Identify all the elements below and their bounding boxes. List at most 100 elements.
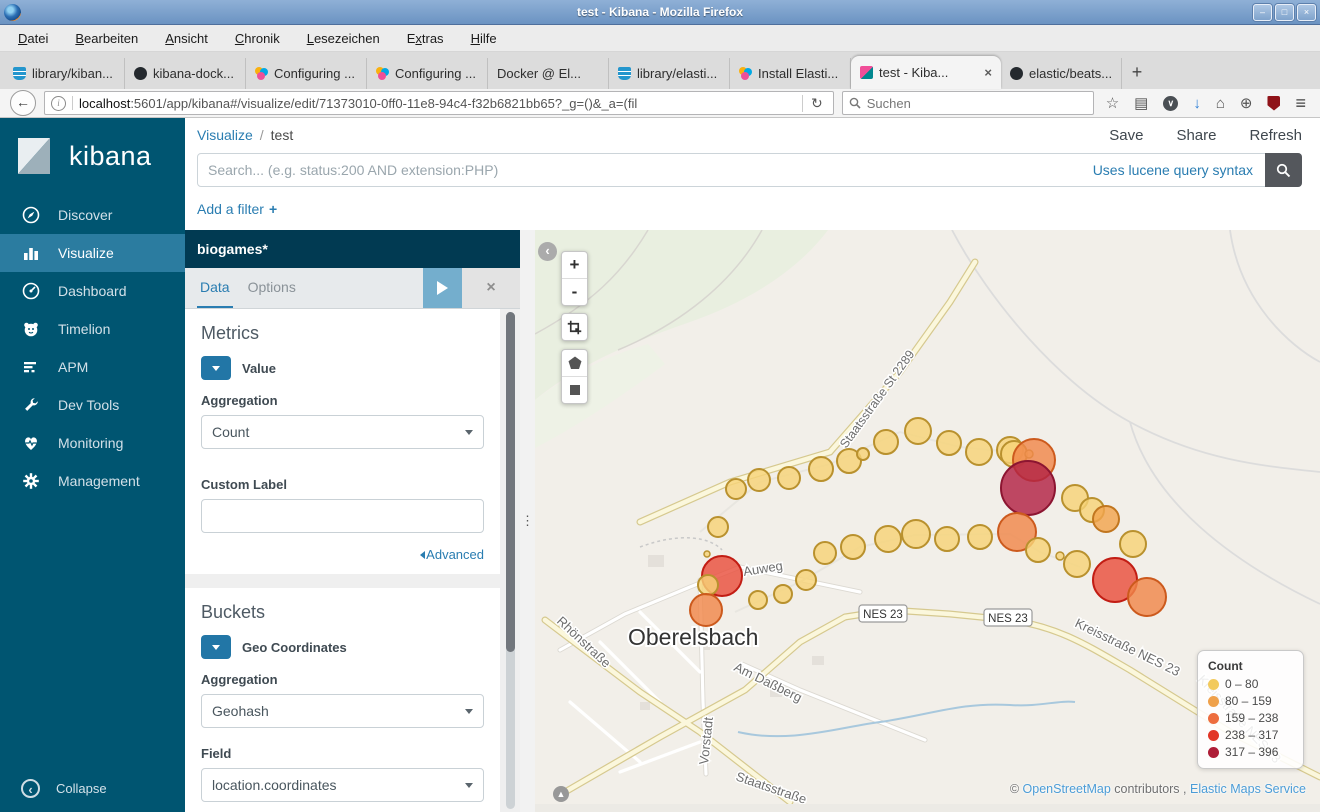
back-button[interactable]: ← [10, 90, 36, 116]
site-info-icon[interactable]: i [51, 96, 66, 111]
map-panel-collapse-icon[interactable]: ‹ [538, 242, 557, 261]
close-button[interactable]: × [1297, 4, 1316, 21]
bucket-toggle-button[interactable] [201, 635, 231, 659]
browser-search-input[interactable]: Suchen [842, 91, 1094, 115]
reload-icon[interactable]: ↻ [802, 95, 827, 112]
geohash-bubble[interactable] [966, 439, 992, 465]
geohash-bubble[interactable] [841, 535, 865, 559]
metric-toggle-button[interactable] [201, 356, 231, 380]
geohash-bubble[interactable] [968, 525, 992, 549]
geohash-bubble[interactable] [704, 551, 710, 557]
query-input[interactable]: Search... (e.g. status:200 AND extension… [197, 153, 1302, 187]
menu-extras[interactable]: Extras [407, 31, 444, 46]
sidebar-item-management[interactable]: Management [0, 462, 185, 500]
zoom-in-button[interactable]: + [562, 252, 587, 278]
geohash-bubble[interactable] [1026, 538, 1050, 562]
menu-datei[interactable]: Datei [18, 31, 48, 46]
geohash-bubble[interactable] [905, 418, 931, 444]
sidebar-item-visualize[interactable]: Visualize [0, 234, 185, 272]
ems-link[interactable]: Elastic Maps Service [1190, 782, 1306, 796]
sidebar-item-dashboard[interactable]: Dashboard [0, 272, 185, 310]
crop-icon[interactable] [562, 314, 587, 340]
bucket-row-label[interactable]: Geo Coordinates [242, 640, 347, 655]
osm-link[interactable]: OpenStreetMap [1023, 782, 1111, 796]
minimize-button[interactable]: – [1253, 4, 1272, 21]
editor-scrollbar[interactable] [506, 312, 515, 809]
lucene-syntax-link[interactable]: Uses lucene query syntax [1093, 162, 1253, 178]
geohash-bubble[interactable] [857, 448, 869, 460]
home-icon[interactable]: ⌂ [1216, 96, 1225, 111]
geohash-bubble[interactable] [875, 526, 901, 552]
geohash-bubble[interactable] [1093, 506, 1119, 532]
metric-aggregation-select[interactable]: Count [201, 415, 484, 449]
tab-data[interactable]: Data [197, 268, 233, 308]
geohash-bubble[interactable] [796, 570, 816, 590]
map-misc-control-icon[interactable]: ▲ [553, 786, 569, 802]
browser-tab-5[interactable]: library/elasti... [609, 58, 730, 89]
draw-polygon-icon[interactable] [562, 350, 587, 376]
geohash-bubble[interactable] [809, 457, 833, 481]
scrollbar-thumb[interactable] [506, 312, 515, 652]
panel-resizer-handle[interactable]: ⋮ [520, 230, 535, 812]
browser-tab-7[interactable]: test - Kiba...× [851, 56, 1001, 89]
sidebar-item-monitoring[interactable]: Monitoring [0, 424, 185, 462]
maximize-button[interactable]: □ [1275, 4, 1294, 21]
draw-rectangle-icon[interactable] [562, 376, 587, 403]
query-search-button[interactable] [1265, 153, 1302, 187]
geohash-bubble[interactable] [874, 430, 898, 454]
browser-tab-6[interactable]: Install Elasti... [730, 58, 851, 89]
browser-tab-2[interactable]: Configuring ... [246, 58, 367, 89]
save-button[interactable]: Save [1109, 127, 1143, 144]
custom-label-input[interactable] [201, 499, 484, 533]
geohash-bubble[interactable] [1128, 578, 1166, 616]
bucket-aggregation-select[interactable]: Geohash [201, 694, 484, 728]
add-filter-link[interactable]: Add a filter [197, 201, 264, 217]
geohash-bubble[interactable] [1120, 531, 1146, 557]
tab-options[interactable]: Options [245, 268, 299, 308]
coordinate-map[interactable]: AuwegRhönstraßeVorstadtAm DaßbergStaatss… [535, 230, 1320, 812]
refresh-button[interactable]: Refresh [1249, 127, 1302, 144]
menu-chronik[interactable]: Chronik [235, 31, 280, 46]
advanced-toggle[interactable]: Advanced [201, 547, 484, 562]
sidebar-item-apm[interactable]: APM [0, 348, 185, 386]
geohash-bubble[interactable] [902, 520, 930, 548]
zoom-out-button[interactable]: - [562, 278, 587, 305]
sidebar-item-dev-tools[interactable]: Dev Tools [0, 386, 185, 424]
share-button[interactable]: Share [1176, 127, 1216, 144]
field-select[interactable]: location.coordinates [201, 768, 484, 802]
url-bar[interactable]: i localhost:5601/app/kibana#/visualize/e… [44, 91, 834, 115]
geohash-bubble[interactable] [748, 469, 770, 491]
geohash-bubble[interactable] [774, 585, 792, 603]
metric-row-label[interactable]: Value [242, 361, 276, 376]
new-tab-button[interactable]: + [1122, 58, 1152, 89]
menu-hilfe[interactable]: Hilfe [471, 31, 497, 46]
geohash-bubble[interactable] [935, 527, 959, 551]
library-icon[interactable]: ▤ [1134, 96, 1148, 111]
downloads-icon[interactable]: ↓ [1193, 96, 1201, 111]
geohash-bubble[interactable] [1064, 551, 1090, 577]
discard-changes-button[interactable]: × [462, 268, 520, 308]
browser-tab-1[interactable]: kibana-dock... [125, 58, 246, 89]
geohash-bubble[interactable] [1001, 461, 1055, 515]
bookmark-star-icon[interactable]: ☆ [1106, 96, 1119, 111]
geohash-bubble[interactable] [690, 594, 722, 626]
menu-lesezeichen[interactable]: Lesezeichen [307, 31, 380, 46]
geohash-bubble[interactable] [708, 517, 728, 537]
geohash-bubble[interactable] [937, 431, 961, 455]
extension-globe-icon[interactable]: ⊕ [1240, 96, 1253, 111]
browser-tab-4[interactable]: Docker @ El... [488, 58, 609, 89]
browser-tab-8[interactable]: elastic/beats... [1001, 58, 1122, 89]
geohash-bubble[interactable] [1056, 552, 1064, 560]
geohash-bubble[interactable] [814, 542, 836, 564]
browser-tab-0[interactable]: library/kiban... [4, 58, 125, 89]
menu-ansicht[interactable]: Ansicht [165, 31, 208, 46]
geohash-bubble[interactable] [698, 575, 718, 595]
apply-changes-button[interactable] [423, 268, 462, 308]
geohash-bubble[interactable] [726, 479, 746, 499]
sidebar-collapse-button[interactable]: ‹ Collapse [0, 770, 107, 806]
sidebar-item-timelion[interactable]: Timelion [0, 310, 185, 348]
url-text[interactable]: localhost:5601/app/kibana#/visualize/edi… [79, 96, 802, 111]
tab-close-icon[interactable]: × [984, 65, 992, 80]
menu-bearbeiten[interactable]: Bearbeiten [75, 31, 138, 46]
hamburger-menu-icon[interactable]: ≡ [1295, 93, 1306, 114]
